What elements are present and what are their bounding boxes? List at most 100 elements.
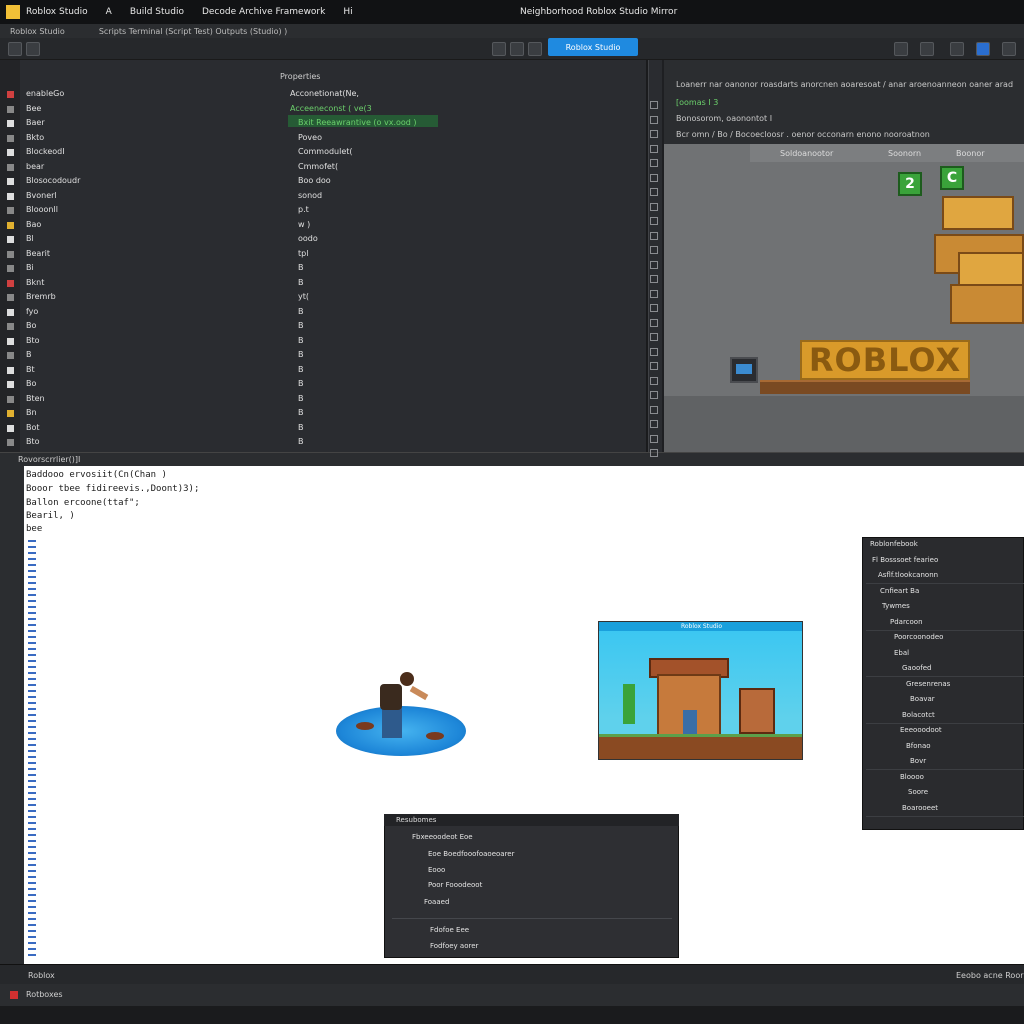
- property-value[interactable]: oodo: [298, 234, 318, 243]
- property-name[interactable]: Baer: [26, 118, 45, 127]
- row-toggle-icon[interactable]: [650, 217, 658, 225]
- property-value[interactable]: yt(: [298, 292, 309, 301]
- ground-platform[interactable]: [760, 380, 970, 394]
- code-line[interactable]: bee: [26, 524, 42, 534]
- property-name[interactable]: Bearit: [26, 249, 50, 258]
- property-value[interactable]: sonod: [298, 191, 322, 200]
- hierarchy-item[interactable]: Asflf.tlookcanonn: [878, 571, 938, 579]
- row-toggle-icon[interactable]: [650, 420, 658, 428]
- hierarchy-item[interactable]: Soore: [908, 788, 928, 796]
- hierarchy-item[interactable]: Eeeooodoot: [900, 726, 942, 734]
- property-value[interactable]: B: [298, 365, 304, 374]
- row-toggle-icon[interactable]: [650, 391, 658, 399]
- row-toggle-icon[interactable]: [650, 115, 658, 124]
- menu-item-file[interactable]: Roblox Studio: [26, 7, 88, 17]
- context-menu-item[interactable]: Fodfoey aorer: [430, 942, 478, 950]
- property-name[interactable]: Bten: [26, 394, 45, 403]
- row-toggle-icon[interactable]: [650, 434, 658, 443]
- row-toggle-icon[interactable]: [650, 405, 658, 414]
- code-line[interactable]: Booor tbee fidireevis.,Doont)3);: [26, 484, 199, 494]
- property-value[interactable]: tpl: [298, 249, 308, 258]
- hierarchy-item[interactable]: Gresenrenas: [906, 680, 950, 688]
- property-value[interactable]: Poveo: [298, 133, 322, 142]
- row-toggle-icon[interactable]: [650, 173, 658, 182]
- menu-item-build[interactable]: Build Studio: [130, 7, 184, 17]
- row-toggle-icon[interactable]: [650, 449, 658, 457]
- property-name[interactable]: Bt: [26, 365, 35, 374]
- hierarchy-item[interactable]: Bovr: [910, 757, 926, 765]
- tab-studio[interactable]: Roblox Studio: [10, 27, 65, 36]
- hierarchy-item[interactable]: Bolacotct: [902, 711, 935, 719]
- property-value[interactable]: B: [298, 350, 304, 359]
- context-menu-item[interactable]: Eoe Boedfooofoaoeoarer: [428, 850, 515, 858]
- hierarchy-item[interactable]: Bloooo: [900, 773, 924, 781]
- row-toggle-icon[interactable]: [650, 347, 658, 356]
- property-value[interactable]: Cmmofet(: [298, 162, 338, 171]
- property-name[interactable]: Bremrb: [26, 292, 56, 301]
- property-value[interactable]: B: [298, 336, 304, 345]
- property-name[interactable]: Bkto: [26, 133, 44, 142]
- property-name[interactable]: enableGo: [26, 89, 64, 98]
- row-toggle-icon[interactable]: [650, 188, 658, 196]
- scale-icon[interactable]: [528, 42, 542, 56]
- property-name[interactable]: bear: [26, 162, 44, 171]
- viewport-tab[interactable]: Soldoanootor: [780, 149, 833, 158]
- viewport-tab[interactable]: Soonorn: [888, 149, 921, 158]
- hierarchy-item[interactable]: Pdarcoon: [890, 618, 923, 626]
- hierarchy-item[interactable]: Tywmes: [882, 602, 910, 610]
- property-name[interactable]: Bee: [26, 104, 41, 113]
- row-toggle-icon[interactable]: [650, 260, 658, 269]
- property-name[interactable]: Bi: [26, 263, 34, 272]
- property-value[interactable]: B: [298, 437, 304, 446]
- property-name[interactable]: Bvonerl: [26, 191, 57, 200]
- hierarchy-item[interactable]: Ebal: [894, 649, 909, 657]
- green-block[interactable]: C: [940, 166, 964, 190]
- hierarchy-item[interactable]: Cnfieart Ba: [880, 587, 919, 595]
- row-toggle-icon[interactable]: [650, 202, 658, 211]
- row-toggle-icon[interactable]: [650, 130, 658, 138]
- property-name[interactable]: Bo: [26, 321, 36, 330]
- property-name[interactable]: Blosocodoudr: [26, 176, 80, 185]
- property-name[interactable]: Bto: [26, 336, 40, 345]
- grid-icon[interactable]: [920, 42, 934, 56]
- move-icon[interactable]: [510, 42, 524, 56]
- row-toggle-icon[interactable]: [650, 362, 658, 370]
- property-name[interactable]: Blooonll: [26, 205, 58, 214]
- property-value[interactable]: Commodulet(: [298, 147, 353, 156]
- property-value[interactable]: B: [298, 321, 304, 330]
- row-toggle-icon[interactable]: [650, 246, 658, 254]
- property-value[interactable]: B: [298, 423, 304, 432]
- row-toggle-icon[interactable]: [650, 101, 658, 109]
- row-toggle-icon[interactable]: [650, 275, 658, 283]
- property-value[interactable]: B: [298, 394, 304, 403]
- context-menu-item[interactable]: Poor Fooodeoot: [428, 881, 482, 889]
- game-preview-window[interactable]: Roblox Studio: [598, 621, 803, 760]
- hierarchy-item[interactable]: Bfonao: [906, 742, 931, 750]
- lock-icon[interactable]: [950, 42, 964, 56]
- row-toggle-icon[interactable]: [650, 333, 658, 341]
- hierarchy-item[interactable]: Boarooeet: [902, 804, 938, 812]
- hierarchy-item[interactable]: Gaoofed: [902, 664, 932, 672]
- code-line[interactable]: Baddooo ervosiit(Cn(Chan ): [26, 470, 167, 480]
- select-icon[interactable]: [26, 42, 40, 56]
- property-value[interactable]: Boo doo: [298, 176, 331, 185]
- hierarchy-item[interactable]: Boavar: [910, 695, 935, 703]
- zoom-icon[interactable]: [492, 42, 506, 56]
- row-toggle-icon[interactable]: [650, 159, 658, 167]
- property-name[interactable]: BlockeodI: [26, 147, 65, 156]
- property-name[interactable]: Bto: [26, 437, 40, 446]
- test-button[interactable]: Roblox Studio: [548, 38, 638, 56]
- property-value[interactable]: Bxit Reeawrantive (o vx.ood ): [298, 118, 417, 127]
- home-icon[interactable]: [8, 42, 22, 56]
- property-name[interactable]: B: [26, 350, 32, 359]
- property-value[interactable]: Acconetionat(Ne,: [290, 89, 359, 98]
- property-name[interactable]: Bo: [26, 379, 36, 388]
- roblox-logo[interactable]: ROBLOX: [800, 340, 970, 380]
- menu-item-archive[interactable]: Decode Archive Framework: [202, 7, 325, 17]
- row-toggle-icon[interactable]: [650, 144, 658, 153]
- property-value[interactable]: B: [298, 379, 304, 388]
- context-menu-item[interactable]: Fdofoe Eee: [430, 926, 469, 934]
- wood-block[interactable]: [950, 284, 1024, 324]
- property-value[interactable]: w ): [298, 220, 310, 229]
- context-menu-item[interactable]: Eooo: [428, 866, 445, 874]
